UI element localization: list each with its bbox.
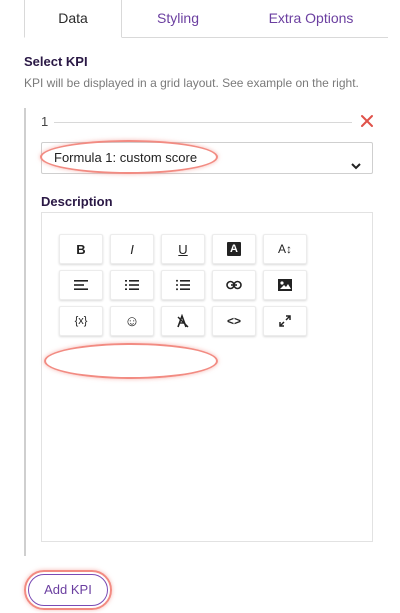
tab-data[interactable]: Data	[24, 0, 122, 38]
add-kpi-button[interactable]: Add KPI	[28, 574, 108, 606]
align-left-icon	[74, 280, 88, 290]
ordered-list-button[interactable]	[110, 270, 154, 300]
underline-button[interactable]: U	[161, 234, 205, 264]
clear-format-button[interactable]	[161, 306, 205, 336]
kpi-index: 1	[41, 114, 49, 129]
tab-bar: Data Styling Extra Options	[0, 0, 400, 38]
code-button[interactable]: <>	[212, 306, 256, 336]
close-icon[interactable]	[359, 113, 375, 129]
select-kpi-title: Select KPI	[24, 54, 88, 69]
font-size-button[interactable]: A↕	[263, 234, 307, 264]
select-kpi-hint: KPI will be displayed in a grid layout. …	[24, 76, 359, 90]
description-editor[interactable]: B I U A A↕ {x} ☺ <>	[41, 212, 373, 542]
ordered-list-icon	[125, 280, 139, 290]
italic-label: I	[130, 241, 134, 257]
tab-styling[interactable]: Styling	[132, 0, 224, 38]
emoji-icon: ☺	[124, 312, 140, 330]
kpi-panel-border	[24, 108, 26, 556]
kpi-formula-select[interactable]: Formula 1: custom score	[41, 142, 373, 174]
italic-button[interactable]: I	[110, 234, 154, 264]
underline-label: U	[178, 241, 188, 257]
kpi-divider	[54, 122, 352, 123]
align-left-button[interactable]	[59, 270, 103, 300]
bullet-list-button[interactable]	[161, 270, 205, 300]
text-color-button[interactable]: A	[212, 234, 256, 264]
variable-button[interactable]: {x}	[59, 306, 103, 336]
link-icon	[226, 280, 242, 290]
fullscreen-icon	[279, 315, 291, 327]
chevron-down-icon	[350, 153, 362, 170]
bold-button[interactable]: B	[59, 234, 103, 264]
font-size-label: A↕	[277, 242, 292, 256]
link-button[interactable]	[212, 270, 256, 300]
tab-extra-options[interactable]: Extra Options	[248, 0, 374, 38]
image-icon	[278, 279, 292, 291]
bold-label: B	[76, 241, 86, 257]
text-color-icon: A	[227, 242, 241, 256]
bullet-list-icon	[176, 279, 190, 291]
image-button[interactable]	[263, 270, 307, 300]
kpi-formula-value: Formula 1: custom score	[54, 150, 198, 165]
code-icon: <>	[226, 314, 241, 328]
variable-label: {x}	[74, 315, 88, 327]
emoji-button[interactable]: ☺	[110, 306, 154, 336]
clear-format-icon	[177, 314, 189, 328]
description-label: Description	[41, 194, 113, 209]
fullscreen-button[interactable]	[263, 306, 307, 336]
